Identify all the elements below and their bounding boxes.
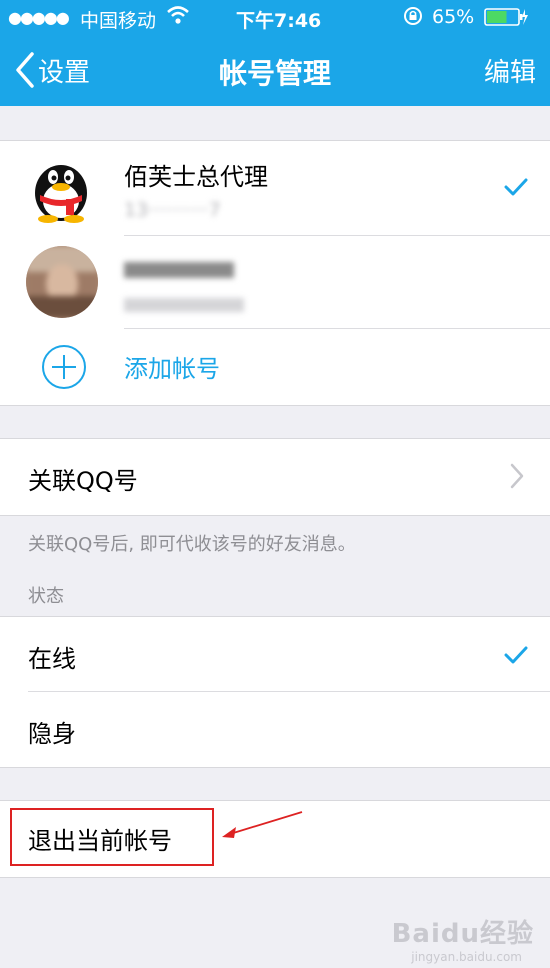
status-section-header: 状态	[28, 586, 64, 607]
clock: 下午7:46	[236, 10, 322, 32]
edit-button[interactable]: 编辑	[484, 52, 536, 89]
add-circle-icon	[40, 343, 88, 395]
account-name-redacted	[124, 262, 234, 278]
account-row[interactable]	[0, 236, 550, 328]
chevron-right-icon	[510, 463, 524, 493]
link-qq-note: 关联QQ号后, 即可代收该号的好友消息。	[28, 534, 356, 555]
battery-icon	[484, 7, 528, 32]
add-account-button[interactable]: 添加帐号	[0, 329, 550, 405]
link-qq-label: 关联QQ号	[28, 467, 138, 495]
watermark-url: jingyan.baidu.com	[411, 950, 522, 964]
status-option-online[interactable]: 在线	[0, 617, 550, 691]
rotation-lock-icon	[402, 5, 424, 32]
selected-check-icon	[504, 177, 528, 201]
selected-check-icon	[504, 645, 528, 669]
battery-percent: 65%	[432, 6, 475, 28]
wifi-icon	[166, 4, 190, 31]
status-option-label: 在线	[28, 645, 76, 673]
signal-strength-icon: ●●●●●	[8, 8, 70, 27]
back-button[interactable]: 设置	[14, 48, 90, 92]
status-option-invisible[interactable]: 隐身	[0, 692, 550, 766]
account-row[interactable]: 佰芙士总代理 13··········7	[0, 141, 550, 235]
annotation-arrow-icon	[222, 811, 303, 838]
nav-bar: 设置 帐号管理 编辑	[0, 34, 550, 106]
account-phone-redacted	[124, 298, 244, 312]
watermark-brand: Baidu经验	[391, 919, 534, 949]
accounts-list: 佰芙士总代理 13··········7 添加帐号	[0, 140, 550, 406]
account-name: 佰芙士总代理	[124, 163, 268, 191]
status-bar: ●●●●● 中国移动 下午7:46 65%	[0, 0, 550, 34]
status-option-label: 隐身	[28, 720, 76, 748]
avatar	[26, 246, 98, 318]
qq-penguin-avatar	[26, 153, 96, 223]
annotation-box	[10, 808, 214, 866]
add-account-label: 添加帐号	[124, 355, 220, 383]
carrier-name: 中国移动	[80, 10, 157, 32]
account-phone: 13··········7	[124, 199, 221, 221]
link-qq-row[interactable]: 关联QQ号	[0, 438, 550, 516]
status-options: 在线 隐身	[0, 616, 550, 768]
back-button-label: 设置	[38, 57, 91, 88]
chevron-left-icon	[16, 52, 34, 88]
